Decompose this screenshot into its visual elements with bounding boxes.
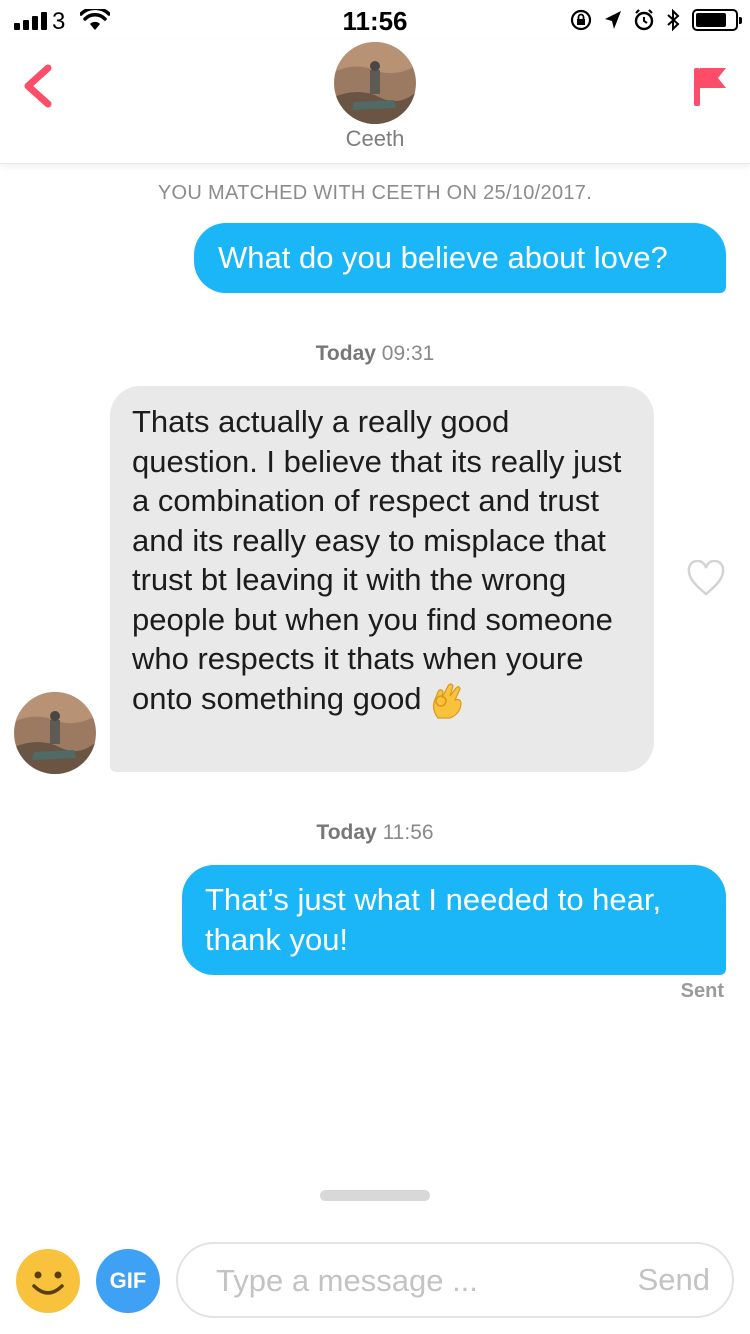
timestamp-time: 11:56 <box>382 821 434 844</box>
chevron-left-icon[interactable] <box>18 62 58 110</box>
send-button[interactable]: Send <box>638 1262 710 1298</box>
message-text: What do you believe about love? <box>218 240 668 275</box>
message-text: Thats actually a really good question. I… <box>132 404 622 716</box>
battery-level <box>696 13 727 27</box>
battery-icon <box>692 9 742 31</box>
message-input[interactable] <box>216 1258 606 1304</box>
drag-handle[interactable] <box>320 1190 430 1201</box>
match-banner: YOU MATCHED WITH CEETH ON 25/10/2017. <box>157 182 593 204</box>
orientation-lock-icon <box>570 9 592 31</box>
incoming-message[interactable]: Thats actually a really good question. I… <box>110 386 654 772</box>
alarm-icon <box>634 9 654 31</box>
timestamp-day: Today <box>315 342 376 365</box>
timestamp-day: Today <box>316 821 377 844</box>
timestamp-time: 09:31 <box>381 342 435 365</box>
smiley-face-icon[interactable] <box>15 1248 81 1314</box>
message-text: That’s just what I needed to hear, thank… <box>205 882 662 957</box>
ok-hand-emoji <box>432 683 462 719</box>
status-icons <box>570 8 742 32</box>
match-name[interactable]: Ceeth <box>0 126 750 152</box>
message-timestamp: Today 09:31 <box>0 342 750 366</box>
bluetooth-icon <box>667 8 680 32</box>
chat-header: Ceeth <box>0 40 750 164</box>
gif-button[interactable]: GIF <box>96 1249 160 1313</box>
status-bar: 3 11:56 <box>0 0 750 40</box>
outgoing-message[interactable]: That’s just what I needed to hear, thank… <box>182 865 726 975</box>
outgoing-message[interactable]: What do you believe about love? <box>194 223 726 293</box>
location-arrow-icon <box>605 11 621 29</box>
message-composer: Send <box>176 1242 734 1318</box>
flag-icon[interactable] <box>690 64 730 110</box>
match-avatar[interactable] <box>334 42 416 124</box>
sender-avatar[interactable] <box>14 692 96 774</box>
message-timestamp: Today 11:56 <box>0 821 750 845</box>
delivery-status: Sent <box>680 980 724 1002</box>
heart-icon[interactable] <box>686 560 726 598</box>
